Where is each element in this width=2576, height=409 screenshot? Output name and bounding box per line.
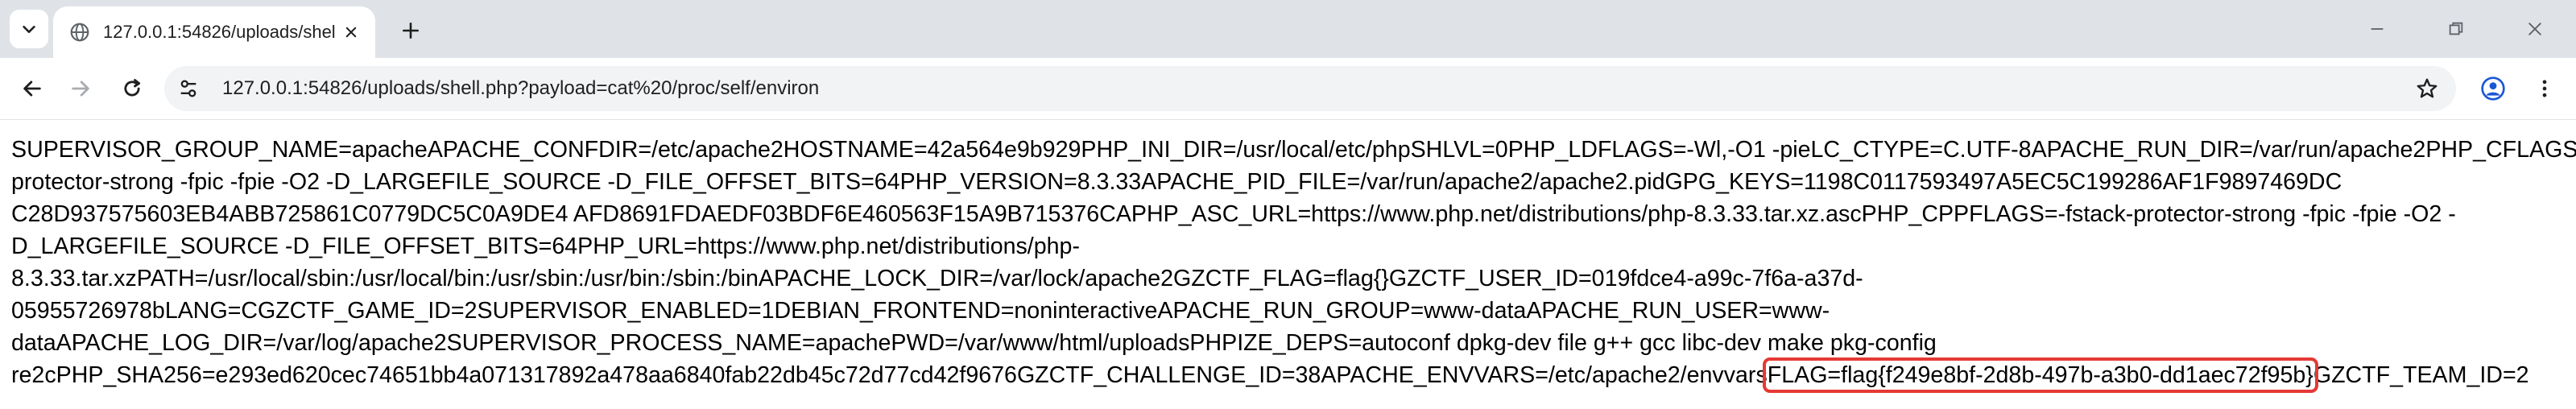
close-window-button[interactable]: [2517, 11, 2553, 47]
tab-title: 127.0.0.1:54826/uploads/shell.php?payloa…: [103, 22, 337, 42]
environ-text-after-flag: GZCTF_TEAM_ID=2: [2313, 362, 2529, 388]
minimize-icon: [2371, 28, 2384, 30]
plus-icon: [403, 23, 419, 39]
chevron-down-icon: [23, 25, 35, 33]
environ-line-6: 05955726978bLANG=CGZCTF_GAME_ID=2SUPERVI…: [11, 298, 1830, 324]
forward-button[interactable]: [61, 69, 100, 108]
address-bar[interactable]: 127.0.0.1:54826/uploads/shell.php?payloa…: [164, 66, 2456, 111]
close-icon[interactable]: [340, 21, 362, 43]
reload-button[interactable]: [113, 69, 151, 108]
active-tab[interactable]: 127.0.0.1:54826/uploads/shell.php?payloa…: [53, 6, 375, 58]
star-icon[interactable]: [2413, 74, 2442, 103]
account-icon: [2481, 76, 2505, 101]
browser-toolbar: 127.0.0.1:54826/uploads/shell.php?payloa…: [0, 58, 2576, 120]
tune-icon[interactable]: [176, 76, 201, 101]
environ-line-7: dataAPACHE_LOG_DIR=/var/log/apache2SUPER…: [11, 330, 1937, 356]
close-icon: [2528, 23, 2541, 35]
environ-line-4: D_LARGEFILE_SOURCE -D_FILE_OFFSET_BITS=6…: [11, 233, 1080, 259]
tab-search-button[interactable]: [10, 10, 48, 48]
environ-line-2: protector-strong -fpic -fpie -O2 -D_LARG…: [11, 169, 2342, 195]
menu-button[interactable]: [2525, 69, 2564, 108]
arrow-left-icon: [23, 81, 41, 97]
minimize-button[interactable]: [2359, 11, 2395, 47]
back-button[interactable]: [13, 69, 52, 108]
flag-highlight: FLAG=flag{f249e8bf-2d8b-497b-a3b0-dd1aec…: [1762, 357, 2318, 393]
reload-icon: [124, 79, 141, 97]
new-tab-button[interactable]: [393, 13, 428, 48]
environ-line-1: SUPERVISOR_GROUP_NAME=apacheAPACHE_CONFD…: [11, 137, 2576, 163]
arrow-right-icon: [72, 81, 89, 97]
environ-line-3: C28D937575603EB4ABB725861C0779DC5C0A9DE4…: [11, 201, 2456, 227]
profile-button[interactable]: [2474, 69, 2512, 108]
restore-button[interactable]: [2438, 11, 2474, 47]
tab-strip: 127.0.0.1:54826/uploads/shell.php?payloa…: [0, 0, 2576, 58]
environ-text-before-flag: re2cPHP_SHA256=e293ed620cec74651bb4a0713…: [11, 362, 1768, 388]
restore-icon: [2449, 22, 2463, 35]
page-body: SUPERVISOR_GROUP_NAME=apacheAPACHE_CONFD…: [11, 134, 2576, 393]
kebab-menu-icon: [2542, 80, 2547, 97]
globe-icon: [68, 20, 92, 44]
environ-line-5: 8.3.33.tar.xzPATH=/usr/local/sbin:/usr/l…: [11, 266, 1863, 291]
url-text[interactable]: 127.0.0.1:54826/uploads/shell.php?payloa…: [222, 77, 819, 100]
environ-line-8: re2cPHP_SHA256=e293ed620cec74651bb4a0713…: [11, 357, 2564, 393]
